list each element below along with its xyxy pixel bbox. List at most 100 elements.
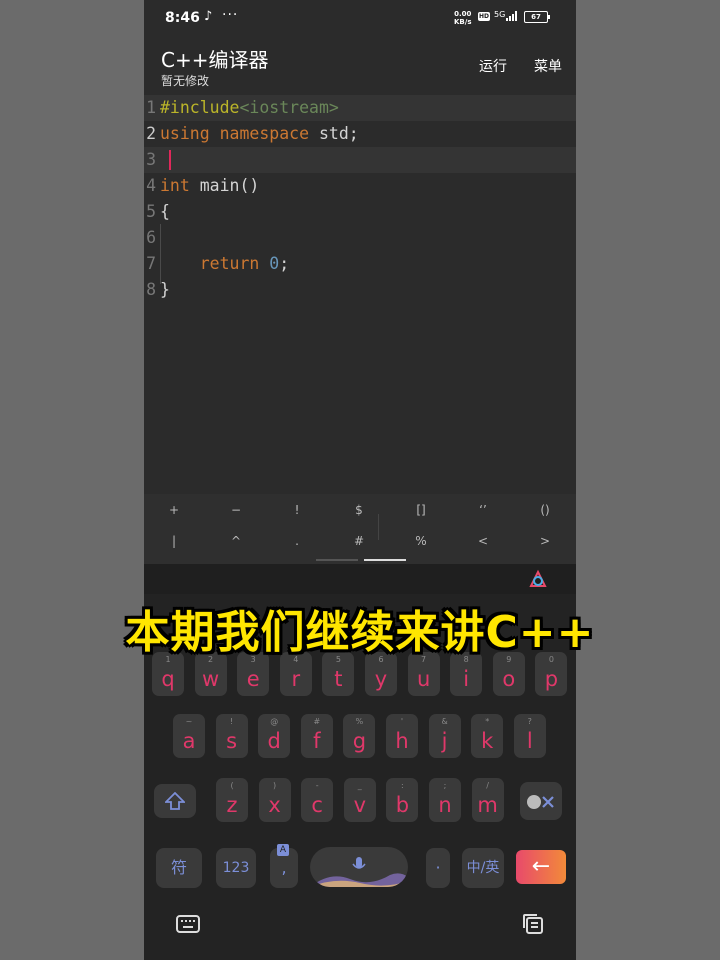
key-hint: - — [315, 781, 319, 790]
symbol-key[interactable]: () — [525, 503, 565, 517]
code-editor[interactable]: 1 #include<iostream> 2 using namespace std;… — [144, 94, 576, 494]
clipboard-icon[interactable] — [522, 913, 544, 935]
key-hint: ? — [527, 717, 532, 726]
code-line[interactable]: 3 — [144, 147, 576, 173]
app-title: C++编译器 — [161, 48, 269, 72]
letter-key[interactable]: # f — [300, 714, 333, 758]
code-token: { — [160, 202, 170, 221]
code-token: return — [160, 254, 260, 273]
key-label: n — [438, 793, 452, 817]
period-key[interactable]: · — [426, 848, 450, 888]
symbol-key[interactable]: ‘’ — [463, 503, 503, 517]
code-line[interactable]: 7 return 0; — [144, 251, 576, 277]
symbol-key[interactable]: − — [216, 503, 256, 517]
symbol-key[interactable]: % — [401, 534, 441, 548]
key-hint: ) — [273, 781, 277, 790]
symbol-key[interactable]: ! — [277, 503, 317, 517]
comma-key[interactable]: , A — [270, 844, 298, 888]
navigation-bar — [144, 894, 576, 960]
key-hint: ; — [443, 781, 447, 790]
letter-key[interactable]: ~ a — [173, 714, 205, 758]
letter-key[interactable]: ? l — [513, 714, 546, 758]
voice-input-key[interactable] — [310, 847, 408, 887]
line-number: 5 — [146, 202, 156, 221]
key-label: o — [502, 667, 516, 691]
letter-key[interactable]: * k — [471, 714, 504, 758]
line-number: 8 — [146, 280, 156, 299]
key-label: q — [161, 667, 175, 691]
code-text: int main() — [160, 173, 259, 199]
key-hint: : — [401, 781, 404, 790]
key-label: e — [246, 667, 260, 691]
symbol-key[interactable]: | — [154, 534, 194, 548]
key-label: g — [352, 729, 367, 753]
symbol-key[interactable]: # — [339, 534, 379, 548]
network-type: 5G — [494, 10, 506, 19]
line-number: 1 — [146, 98, 156, 117]
keyboard-assistant-icon[interactable] — [528, 569, 548, 589]
code-line[interactable]: 8} — [144, 277, 576, 303]
code-token: 0 — [259, 254, 280, 273]
app-subtitle: 暂无修改 — [161, 74, 210, 88]
key-hint: * — [485, 717, 490, 726]
symbol-key[interactable]: . — [277, 534, 317, 548]
key-hint: @ — [270, 717, 279, 726]
keyboard-hide-icon[interactable] — [176, 914, 200, 934]
key-label: z — [226, 793, 238, 817]
letter-key[interactable]: & j — [428, 714, 461, 758]
key-hint: ~ — [185, 717, 193, 726]
key-hint: ! — [229, 717, 234, 726]
shift-key[interactable] — [154, 784, 196, 818]
symbol-key[interactable]: + — [154, 503, 194, 517]
video-caption: 本期我们继续来讲C++ — [125, 607, 595, 658]
code-line[interactable]: 4 int main() — [144, 173, 576, 199]
letter-key[interactable]: / m — [471, 778, 504, 822]
language-switch-key[interactable]: 中/英 — [462, 848, 504, 888]
code-line[interactable]: 2 using namespace std; — [144, 121, 576, 147]
letter-key[interactable]: (z — [216, 778, 248, 822]
letter-key[interactable]: _ v — [343, 778, 376, 822]
letter-key[interactable]: ; n — [429, 778, 461, 822]
symbols-key[interactable]: 符 — [156, 848, 202, 888]
symbol-key[interactable]: < — [463, 534, 503, 548]
enter-key[interactable]: ← — [516, 850, 566, 884]
battery-icon: 67 — [524, 11, 550, 23]
menu-button[interactable]: 菜单 — [534, 56, 562, 76]
code-line[interactable]: 6 — [144, 225, 576, 251]
code-token: int — [160, 176, 190, 195]
code-line[interactable]: 5{ — [144, 199, 576, 225]
symbol-bar: + −! $ [] ‘’ () | ^. #% < > — [144, 494, 576, 564]
symbol-key[interactable]: [] — [401, 503, 441, 517]
letter-key[interactable]: % g — [343, 714, 376, 758]
letter-key[interactable]: -c — [301, 778, 334, 822]
status-bar: 8:46 ♪ ··· 0.00 KB/s HD 5G 67 — [144, 0, 576, 36]
code-line[interactable]: 1 #include<iostream> — [144, 95, 576, 121]
letter-key[interactable]: :b — [386, 778, 419, 822]
numbers-key[interactable]: 123 — [216, 848, 256, 888]
symbol-key[interactable]: $ — [339, 503, 379, 517]
key-label: v — [353, 793, 367, 817]
letter-key[interactable]: ! s — [215, 714, 248, 758]
code-text: return 0; — [160, 251, 289, 277]
key-label: x — [268, 793, 281, 817]
hd-icon: HD — [478, 12, 490, 21]
run-button[interactable]: 运行 — [479, 56, 507, 76]
backspace-key[interactable] — [520, 782, 562, 820]
letter-key[interactable]: ' h — [386, 714, 418, 758]
key-label: l — [526, 729, 533, 753]
key-hint: _ — [357, 781, 362, 790]
symbol-key[interactable]: > — [525, 534, 565, 548]
key-label: k — [481, 729, 494, 753]
symbol-key[interactable]: ^ — [216, 534, 256, 548]
letter-key[interactable]: ) x — [258, 778, 291, 822]
letter-key[interactable]: @ d — [258, 714, 291, 758]
key-hint: ' — [400, 717, 404, 726]
line-number: 6 — [146, 228, 156, 247]
code-text: { — [160, 199, 170, 225]
key-label: j — [441, 729, 448, 753]
key-label: p — [544, 667, 559, 691]
key-label: y — [374, 667, 388, 691]
shift-icon — [163, 791, 187, 810]
key-label: i — [463, 667, 470, 691]
symbol-page-indicator-1 — [316, 559, 358, 561]
